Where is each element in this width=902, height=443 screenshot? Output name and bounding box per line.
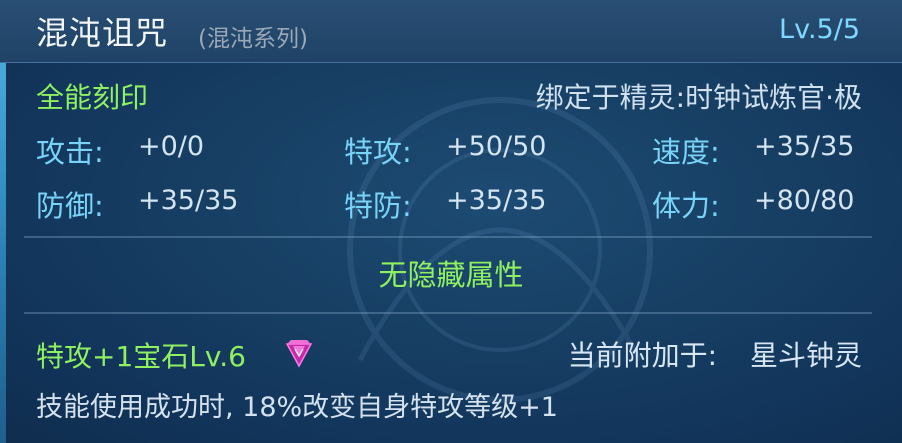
mark-title: 混沌诅咒 — [36, 14, 169, 52]
mark-info-panel: 混沌诅咒 (混沌系列) Lv.5/5 全能刻印 绑定于精灵:时钟试炼官·极 攻击… — [0, 0, 902, 443]
stat-label-attack: 攻击: — [36, 135, 104, 169]
mark-level: Lv.5/5 — [779, 14, 860, 45]
background-swirl-decoration — [347, 97, 653, 403]
left-accent-bar — [0, 0, 6, 443]
hidden-attribute-text: 无隐藏属性 — [378, 258, 524, 292]
stat-label-speed: 速度: — [652, 135, 720, 169]
stat-label-special-defense: 特防: — [344, 189, 412, 223]
stat-label-defense: 防御: — [36, 189, 104, 223]
bound-to-text: 绑定于精灵:时钟试炼官·极 — [535, 81, 862, 114]
divider-top — [24, 236, 872, 238]
gem-attached-info: 当前附加于: 星斗钟灵 — [568, 334, 862, 374]
mark-type: 全能刻印 — [36, 81, 149, 114]
stat-label-hp: 体力: — [652, 189, 720, 223]
pink-gem-icon — [285, 340, 313, 368]
mark-series: (混沌系列) — [198, 26, 308, 52]
gem-name: 特攻+1宝石Lv.6 — [36, 340, 246, 373]
gem-description: 技能使用成功时, 18%改变自身特攻等级+1 — [36, 392, 558, 423]
attached-pet-name: 星斗钟灵 — [749, 339, 862, 372]
stat-value-attack: +0/0 — [138, 131, 205, 162]
stat-value-defense: +35/35 — [138, 185, 239, 216]
attached-label: 当前附加于: — [567, 339, 718, 372]
stat-label-special-attack: 特攻: — [344, 135, 412, 169]
stat-value-special-defense: +35/35 — [446, 185, 547, 216]
stat-value-speed: +35/35 — [754, 131, 855, 162]
panel-header: 混沌诅咒 (混沌系列) Lv.5/5 — [0, 0, 902, 63]
divider-bottom — [24, 312, 872, 314]
stat-value-special-attack: +50/50 — [446, 131, 547, 162]
stat-value-hp: +80/80 — [754, 185, 855, 216]
